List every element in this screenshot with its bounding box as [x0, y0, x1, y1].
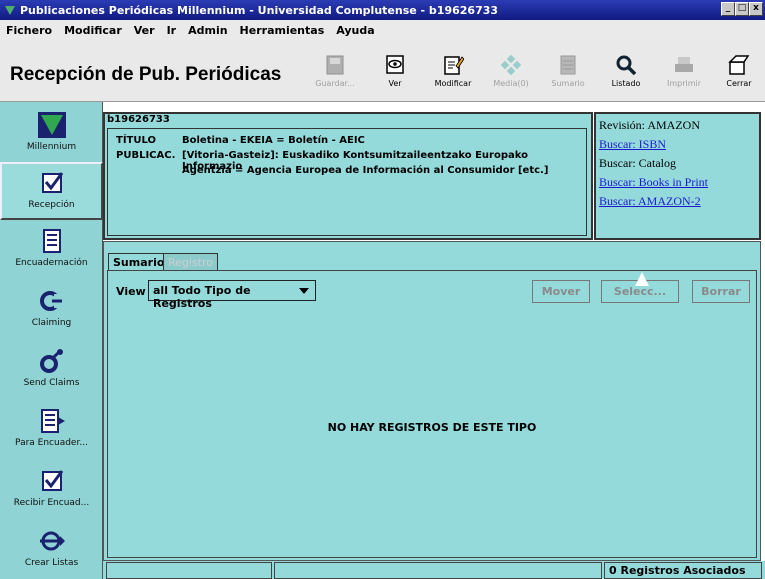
create-lists-icon	[38, 528, 66, 554]
media-button[interactable]: Media(0)	[486, 54, 536, 88]
status-segment-1	[106, 562, 272, 579]
record-id: b19626733	[107, 114, 170, 125]
view-icon	[384, 54, 406, 76]
record-type-select[interactable]: all Todo Tipo de Registros	[148, 280, 316, 310]
header: Recepción de Pub. Periódicas Guardar... …	[0, 40, 765, 102]
nav-encuadernacion[interactable]: Encuadernación	[0, 222, 103, 280]
associated-records-count: 0 Registros Asociados	[604, 562, 762, 579]
titulo-label: TÍTULO	[116, 135, 156, 146]
modify-button[interactable]: Modificar	[428, 54, 478, 88]
status-segment-2	[274, 562, 602, 579]
nav-para-encuadernar[interactable]: Para Encuader...	[0, 402, 103, 460]
nav-millennium[interactable]: Millennium	[0, 106, 103, 164]
record-type-select-value: all Todo Tipo de Registros	[153, 284, 251, 310]
main-panel: Sumario Registro View all Todo Tipo de R…	[103, 241, 761, 561]
save-icon	[324, 54, 346, 76]
chevron-down-icon	[299, 288, 309, 294]
menu-admin[interactable]: Admin	[188, 24, 227, 37]
search-links-panel: Revisión: AMAZON Buscar: ISBN Buscar: Ca…	[594, 112, 761, 240]
revision-text: Revisión: AMAZON	[599, 118, 701, 132]
edit-icon	[442, 54, 465, 76]
to-bind-icon	[38, 408, 66, 434]
menu-ayuda[interactable]: Ayuda	[336, 24, 374, 37]
nav-recibir-encuadernacion[interactable]: Recibir Encuad...	[0, 462, 103, 520]
minimize-button[interactable]: _	[721, 2, 735, 16]
summary-button[interactable]: Sumario	[543, 54, 593, 88]
window-titlebar: Publicaciones Periódicas Millennium - Un…	[0, 0, 765, 20]
menu-ver[interactable]: Ver	[134, 24, 155, 37]
save-button[interactable]: Guardar...	[310, 54, 360, 88]
window-controls: _ □ x	[721, 2, 763, 16]
publicac-label: PUBLICAC.	[116, 150, 176, 161]
status-bar: 0 Registros Asociados	[103, 561, 765, 579]
view-button[interactable]: Ver	[370, 54, 420, 88]
tab-registro[interactable]: Registro	[163, 253, 219, 270]
maximize-button[interactable]: □	[735, 2, 749, 16]
print-button[interactable]: Imprimir	[659, 54, 709, 88]
buscar-amazon2-link[interactable]: Buscar: AMAZON-2	[599, 194, 701, 208]
tab-sumario[interactable]: Sumario	[108, 253, 170, 270]
close-folder-icon	[728, 54, 750, 76]
millennium-logo-icon	[37, 112, 66, 138]
listado-button[interactable]: Listado	[601, 54, 651, 88]
buscar-isbn-link[interactable]: Buscar: ISBN	[599, 137, 666, 151]
buscar-catalog-text: Buscar: Catalog	[599, 156, 676, 170]
receive-binding-icon	[38, 468, 66, 494]
binding-icon	[38, 228, 66, 254]
left-nav: Millennium Recepción Encuadernación Clai…	[0, 102, 103, 579]
search-icon	[615, 54, 637, 76]
publicac-value-line2: Agentzia = Agencia Europea de Informació…	[182, 165, 549, 176]
borrar-button[interactable]: Borrar	[692, 280, 750, 303]
page-title: Recepción de Pub. Periódicas	[10, 64, 282, 85]
nav-crear-listas[interactable]: Crear Listas	[0, 522, 103, 579]
summary-icon	[557, 54, 579, 76]
close-record-button[interactable]: Cerrar	[714, 54, 764, 88]
mover-button[interactable]: Mover	[532, 280, 590, 303]
view-label: View	[116, 285, 146, 298]
empty-message: NO HAY REGISTROS DE ESTE TIPO	[327, 421, 537, 434]
app-icon	[4, 4, 16, 16]
record-info: b19626733 TÍTULO Boletina - EKEIA = Bole…	[103, 112, 593, 240]
claiming-icon	[38, 288, 66, 314]
media-icon	[500, 54, 522, 76]
summary-panel: View all Todo Tipo de Registros Mover Se…	[107, 270, 757, 558]
menu-herramientas[interactable]: Herramientas	[240, 24, 325, 37]
nav-send-claims[interactable]: Send Claims	[0, 342, 103, 400]
menu-ir[interactable]: Ir	[167, 24, 177, 37]
close-button[interactable]: x	[749, 2, 763, 16]
print-icon	[673, 54, 695, 76]
window-title: Publicaciones Periódicas Millennium - Un…	[20, 3, 499, 17]
checkbox-icon	[38, 170, 66, 196]
menu-fichero[interactable]: Fichero	[6, 24, 52, 37]
buscar-books-in-print-link[interactable]: Buscar: Books in Print	[599, 175, 708, 189]
nav-claiming[interactable]: Claiming	[0, 282, 103, 340]
send-claims-icon	[38, 348, 66, 374]
menu-modificar[interactable]: Modificar	[64, 24, 122, 37]
mouse-cursor-icon	[635, 272, 649, 286]
menu-bar: Fichero Modificar Ver Ir Admin Herramien…	[0, 20, 765, 40]
titulo-value: Boletina - EKEIA = Boletín - AEIC	[182, 135, 365, 146]
record-fields: TÍTULO Boletina - EKEIA = Boletín - AEIC…	[107, 128, 587, 236]
nav-recepcion[interactable]: Recepción	[0, 162, 103, 220]
